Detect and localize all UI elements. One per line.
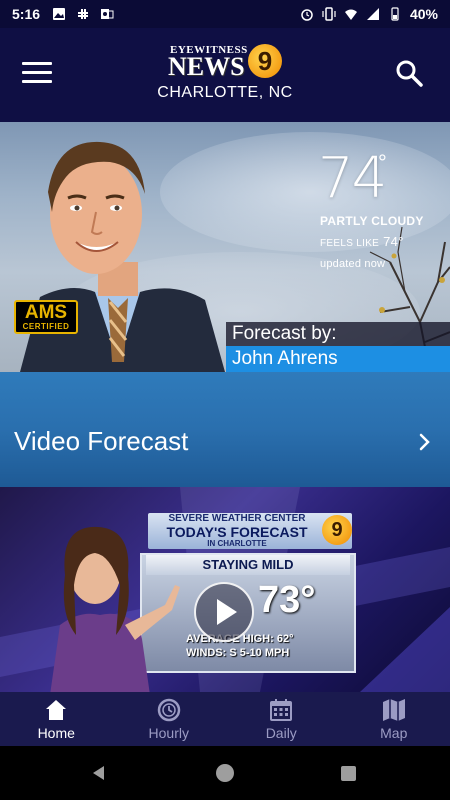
- battery-percent: 40%: [409, 6, 438, 22]
- bottom-navigation: Home Hourly Daily Map: [0, 692, 450, 746]
- nav-map[interactable]: Map: [338, 692, 450, 746]
- search-icon[interactable]: [394, 58, 424, 88]
- menu-button[interactable]: [22, 62, 52, 86]
- nav-daily[interactable]: Daily: [225, 692, 338, 746]
- recents-square-icon[interactable]: [341, 766, 356, 781]
- system-navigation-bar: [0, 746, 450, 800]
- alarm-icon: [301, 9, 313, 21]
- battery-icon: [391, 7, 399, 21]
- video-forecast-link[interactable]: Video Forecast: [0, 372, 450, 487]
- meteorologist-name: John Ahrens: [226, 346, 450, 372]
- forecast-by-label: Forecast by:: [226, 322, 450, 346]
- forecast-winds: WINDS: S 5-10 MPH: [186, 647, 290, 659]
- signal-icon: [366, 8, 379, 20]
- nav-hourly[interactable]: Hourly: [113, 692, 226, 746]
- status-bar: 5:16 40%: [0, 0, 450, 28]
- nav-home[interactable]: Home: [0, 692, 113, 746]
- nav-daily-label: Daily: [265, 725, 297, 741]
- updated-time: updated now: [320, 258, 386, 270]
- app-screen: 5:16 40% EYEWITNESS NEWS 9 CHARLOTTE, NC: [0, 0, 450, 800]
- home-icon: [46, 700, 67, 720]
- temperature-degree: °: [378, 150, 387, 175]
- clock-icon: [157, 698, 180, 722]
- slack-icon: [78, 9, 89, 19]
- image-icon: [53, 8, 66, 20]
- feels-like: FEELS LIKE 74°: [320, 234, 404, 249]
- video-forecast-label: Video Forecast: [14, 426, 189, 456]
- logo-news: NEWS: [168, 52, 245, 81]
- logo-channel-nine: 9: [248, 44, 282, 78]
- forecast-big-temp: 73°: [258, 579, 316, 621]
- nav-map-label: Map: [380, 725, 408, 741]
- wifi-icon: [344, 9, 357, 20]
- map-icon: [382, 699, 405, 721]
- location-label: CHARLOTTE, NC: [157, 84, 293, 101]
- meteorologist-photo: [20, 141, 225, 372]
- presenter-image: [50, 526, 180, 692]
- app-header: EYEWITNESS NEWS 9 CHARLOTTE, NC: [0, 28, 450, 122]
- home-circle-icon[interactable]: [216, 764, 234, 782]
- current-temperature: 74: [318, 146, 387, 211]
- status-time: 5:16: [12, 6, 41, 22]
- back-icon[interactable]: [90, 764, 108, 782]
- calendar-icon: [270, 699, 293, 721]
- banner-channel-nine: 9: [322, 515, 352, 545]
- hamburger-menu-icon: [22, 62, 52, 65]
- chevron-right-icon: [419, 433, 430, 451]
- nav-home-label: Home: [37, 725, 75, 741]
- station-logo: EYEWITNESS NEWS 9: [168, 42, 284, 82]
- vibrate-icon: [322, 7, 336, 21]
- forecast-hero[interactable]: AMS CERTIFIED 74 ° PARTLY CLOUDY FEELS L…: [0, 122, 450, 372]
- weather-condition: PARTLY CLOUDY: [320, 214, 424, 228]
- outlook-icon: [101, 9, 114, 19]
- play-button[interactable]: [194, 582, 254, 642]
- nav-hourly-label: Hourly: [148, 725, 189, 741]
- video-thumbnail[interactable]: SEVERE WEATHER CENTER TODAY'S FORECAST I…: [0, 487, 450, 692]
- play-icon: [217, 599, 237, 625]
- ams-certified-badge: AMS CERTIFIED: [14, 300, 78, 334]
